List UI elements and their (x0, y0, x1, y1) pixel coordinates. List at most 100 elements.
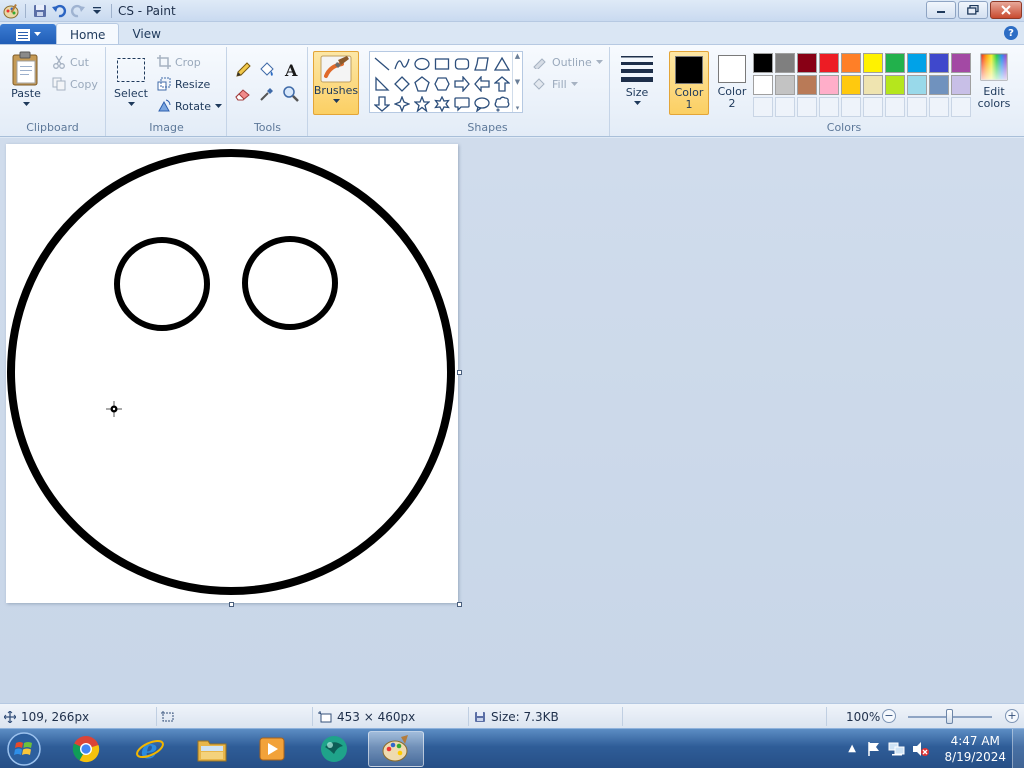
color-swatch[interactable] (907, 53, 927, 73)
color-swatch[interactable] (797, 53, 817, 73)
right-arrow-shape[interactable] (452, 74, 472, 94)
custom-color-slot[interactable] (951, 97, 971, 117)
color-swatch[interactable] (841, 75, 861, 95)
up-arrow-shape[interactable] (492, 74, 512, 94)
color-swatch[interactable] (775, 53, 795, 73)
scroll-up-icon[interactable]: ▲ (515, 52, 520, 60)
eraser-tool[interactable] (232, 83, 254, 105)
resize-button[interactable]: Resize (157, 75, 210, 93)
help-icon[interactable]: ? (1004, 26, 1018, 40)
left-arrow-shape[interactable] (472, 74, 492, 94)
cloud-callout-shape[interactable] (492, 94, 512, 114)
curve-shape[interactable] (392, 54, 412, 74)
custom-color-slot[interactable] (841, 97, 861, 117)
color-swatch[interactable] (797, 75, 817, 95)
down-arrow-shape[interactable] (372, 94, 392, 114)
color-swatch[interactable] (753, 75, 773, 95)
color-swatch[interactable] (841, 53, 861, 73)
customize-toolbar-dropdown-icon[interactable] (89, 3, 105, 19)
rectangle-shape[interactable] (432, 54, 452, 74)
brushes-button[interactable]: Brushes (313, 51, 359, 115)
five-point-star-shape[interactable] (412, 94, 432, 114)
color-swatch[interactable] (885, 75, 905, 95)
zoom-in-button[interactable]: + (1005, 709, 1019, 723)
color-swatch[interactable] (775, 75, 795, 95)
canvas-workspace[interactable] (0, 138, 1024, 703)
tab-view[interactable]: View (119, 23, 173, 45)
line-shape[interactable] (372, 54, 392, 74)
color-swatch[interactable] (929, 75, 949, 95)
taskbar-internet-explorer[interactable]: e (122, 731, 178, 767)
triangle-shape[interactable] (492, 54, 512, 74)
color-picker-tool[interactable] (256, 83, 278, 105)
diamond-shape[interactable] (392, 74, 412, 94)
taskbar-clock[interactable]: 4:47 AM 8/19/2024 (944, 733, 1006, 765)
color-swatch[interactable] (863, 53, 883, 73)
cut-button[interactable]: Cut (52, 53, 89, 71)
paint-app-icon[interactable] (3, 3, 19, 19)
paint-menu-button[interactable] (0, 24, 56, 45)
rounded-callout-shape[interactable] (452, 94, 472, 114)
undo-icon[interactable] (51, 3, 67, 19)
scroll-down-icon[interactable]: ▼ (515, 78, 520, 86)
color-swatch[interactable] (819, 75, 839, 95)
redo-icon[interactable] (70, 3, 86, 19)
color-swatch[interactable] (863, 75, 883, 95)
minimize-button[interactable] (926, 1, 956, 19)
taskbar-file-explorer[interactable] (184, 731, 240, 767)
color-swatch[interactable] (885, 53, 905, 73)
network-icon[interactable] (888, 741, 906, 760)
show-desktop-button[interactable] (1012, 729, 1024, 768)
color-2-button[interactable]: Color 2 (712, 51, 752, 115)
fill-button[interactable]: Fill (532, 75, 578, 93)
shapes-scrollbar[interactable]: ▲ ▼ ▾ (512, 52, 522, 112)
color-1-button[interactable]: Color 1 (669, 51, 709, 115)
color-swatch[interactable] (907, 75, 927, 95)
taskbar-media-player[interactable] (244, 731, 300, 767)
crop-button[interactable]: Crop (157, 53, 201, 71)
magnifier-tool[interactable] (280, 83, 302, 105)
oval-callout-shape[interactable] (472, 94, 492, 114)
polygon-shape[interactable] (472, 54, 492, 74)
pencil-tool[interactable] (232, 59, 254, 81)
select-button[interactable]: Select (114, 57, 148, 107)
expand-gallery-icon[interactable]: ▾ (516, 104, 520, 112)
color-swatch[interactable] (819, 53, 839, 73)
pentagon-shape[interactable] (412, 74, 432, 94)
canvas-resize-handle-corner[interactable] (457, 602, 462, 607)
custom-color-slot[interactable] (907, 97, 927, 117)
taskbar-chrome[interactable] (58, 731, 114, 767)
hexagon-shape[interactable] (432, 74, 452, 94)
taskbar-paint[interactable] (368, 731, 424, 767)
right-triangle-shape[interactable] (372, 74, 392, 94)
custom-color-slot[interactable] (797, 97, 817, 117)
rounded-rectangle-shape[interactable] (452, 54, 472, 74)
four-point-star-shape[interactable] (392, 94, 412, 114)
edit-colors-button[interactable]: Edit colors (974, 53, 1014, 110)
drawing-canvas[interactable] (6, 144, 458, 603)
volume-muted-icon[interactable] (912, 741, 930, 760)
zoom-out-button[interactable]: − (882, 709, 896, 723)
taskbar-app[interactable] (306, 731, 362, 767)
custom-color-slot[interactable] (819, 97, 839, 117)
size-button[interactable]: Size (617, 53, 657, 106)
canvas-resize-handle-bottom[interactable] (229, 602, 234, 607)
save-icon[interactable] (32, 3, 48, 19)
color-swatch[interactable] (929, 53, 949, 73)
start-button[interactable] (4, 730, 44, 768)
six-point-star-shape[interactable] (432, 94, 452, 114)
custom-color-slot[interactable] (863, 97, 883, 117)
custom-color-slot[interactable] (929, 97, 949, 117)
tab-home[interactable]: Home (56, 23, 120, 45)
color-swatch[interactable] (951, 53, 971, 73)
color-swatch[interactable] (951, 75, 971, 95)
custom-color-slot[interactable] (775, 97, 795, 117)
rotate-button[interactable]: Rotate (157, 97, 223, 115)
copy-button[interactable]: Copy (52, 75, 98, 93)
action-center-flag-icon[interactable] (866, 741, 882, 760)
color-swatch[interactable] (753, 53, 773, 73)
paste-button[interactable]: Paste (8, 51, 44, 107)
custom-color-slot[interactable] (753, 97, 773, 117)
fill-tool[interactable] (256, 59, 278, 81)
custom-color-slot[interactable] (885, 97, 905, 117)
